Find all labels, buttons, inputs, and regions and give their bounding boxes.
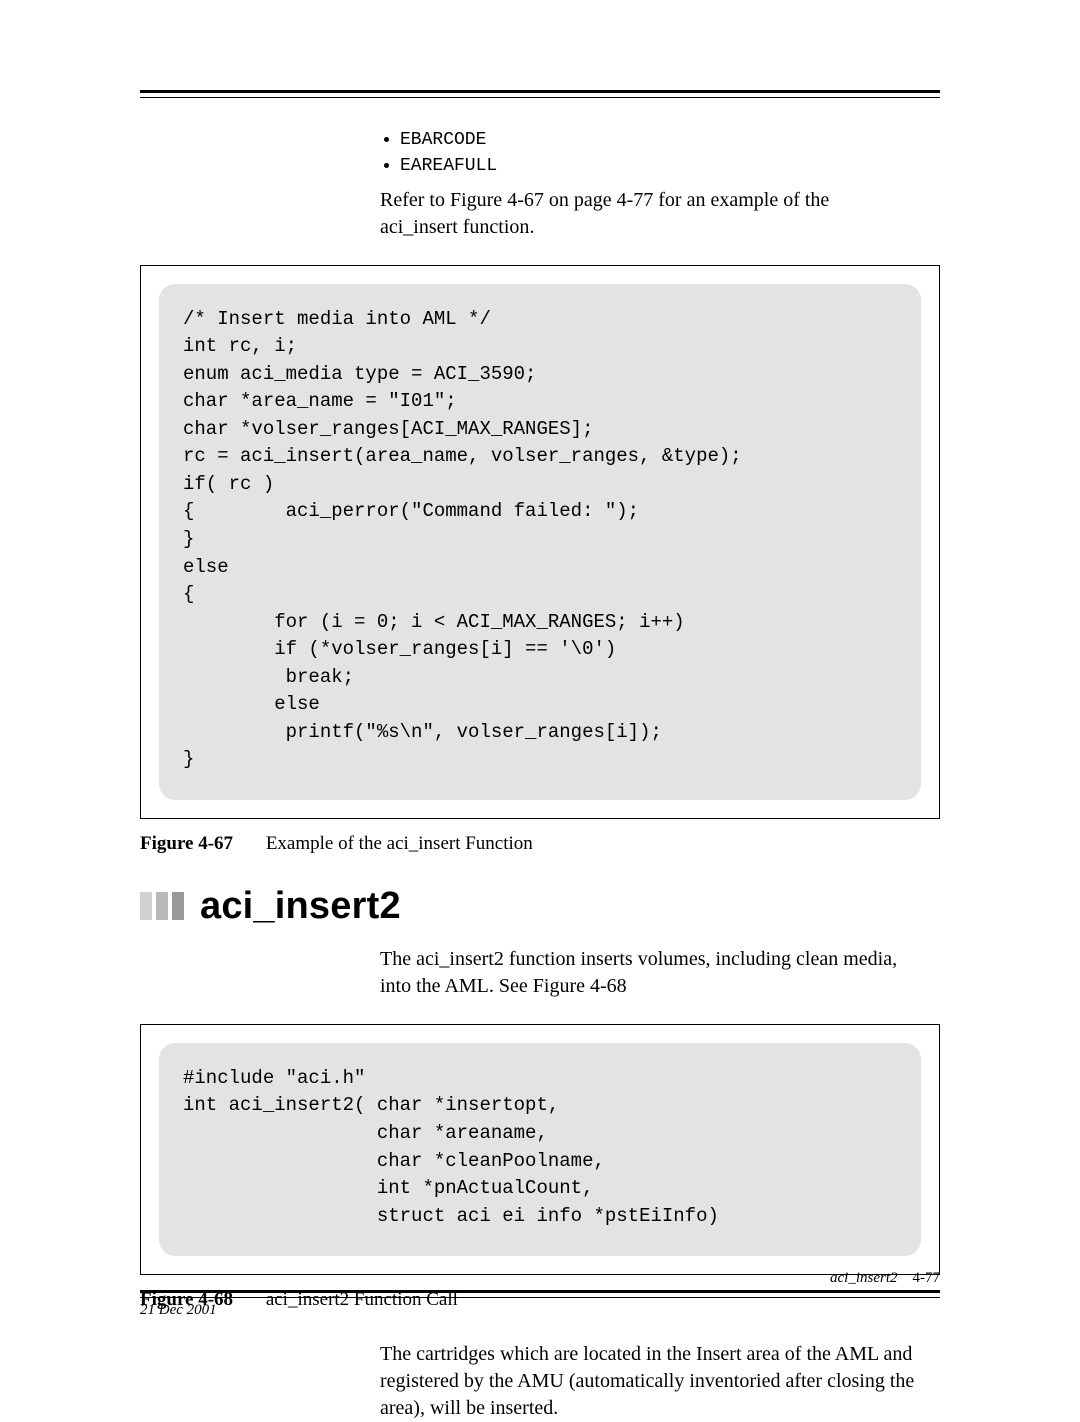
rule-thick	[140, 1290, 940, 1295]
figure-caption-67: Figure 4-67 Example of the aci_insert Fu…	[140, 833, 940, 855]
error-code-list: EBARCODE EAREAFULL	[380, 128, 940, 179]
rule-thick	[140, 90, 940, 95]
top-rule-group	[140, 90, 940, 98]
footer-page-number: 4-77	[913, 1270, 941, 1286]
list-item: EBARCODE	[400, 128, 940, 152]
figure-title: Example of the aci_insert Function	[266, 833, 533, 854]
footer-right: aci_insert2 4-77	[830, 1270, 940, 1287]
body-column: EBARCODE EAREAFULL Refer to Figure 4-67 …	[380, 128, 940, 241]
code-block-fig-67: /* Insert media into AML */ int rc, i; e…	[159, 284, 921, 800]
reference-paragraph: Refer to Figure 4-67 on page 4-77 for an…	[380, 187, 900, 241]
section-heading-wrap: aci_insert2	[140, 885, 940, 928]
section-intro-paragraph: The aci_insert2 function inserts volumes…	[380, 946, 900, 1000]
body-column: The aci_insert2 function inserts volumes…	[380, 946, 940, 1000]
page-footer: aci_insert2 4-77 21 Dec 2001	[140, 1290, 940, 1319]
heading-decoration-icon	[140, 892, 186, 920]
body-column: The cartridges which are located in the …	[380, 1341, 940, 1422]
code-frame-fig-68: #include "aci.h" int aci_insert2( char *…	[140, 1024, 940, 1275]
rule-thin	[140, 97, 940, 98]
footer-rule-group	[140, 1290, 940, 1298]
figure-number: Figure 4-67	[140, 833, 233, 854]
closing-paragraph: The cartridges which are located in the …	[380, 1341, 920, 1422]
code-block-fig-68: #include "aci.h" int aci_insert2( char *…	[159, 1043, 921, 1256]
list-item: EAREAFULL	[400, 154, 940, 178]
section-heading: aci_insert2	[200, 885, 401, 928]
document-page: EBARCODE EAREAFULL Refer to Figure 4-67 …	[0, 0, 1080, 1397]
footer-date: 21 Dec 2001	[140, 1302, 940, 1319]
footer-section-name: aci_insert2	[830, 1270, 898, 1286]
rule-thin	[140, 1297, 940, 1298]
code-frame-fig-67: /* Insert media into AML */ int rc, i; e…	[140, 265, 940, 819]
